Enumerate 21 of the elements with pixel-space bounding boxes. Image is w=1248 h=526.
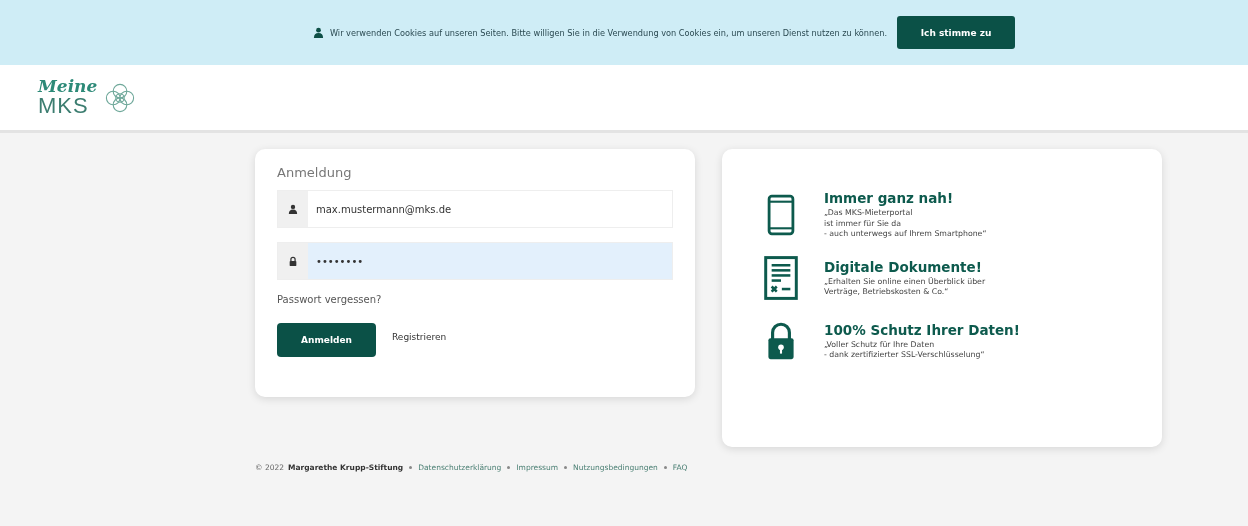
feature-title: Digitale Dokumente! <box>824 258 983 275</box>
feature-title: 100% Schutz Ihrer Daten! <box>824 321 1020 338</box>
input-field[interactable]: •••••••• <box>277 242 673 280</box>
separator-dot <box>409 466 413 469</box>
register-link[interactable]: Registrieren <box>392 332 447 342</box>
cookie-notice-text: Wir verwenden Cookies auf unseren Seiten. Bitte willigen Sie in die Verwendung von Cookies ein, um unseren Dienst nutzen zu können. <box>329 27 888 38</box>
user-icon <box>312 27 324 38</box>
agree-button[interactable]: Ich stimme zu <box>897 16 1016 49</box>
logo-script-text: Meine <box>38 78 98 95</box>
separator-dot <box>663 466 667 469</box>
separator-dot <box>507 466 511 469</box>
login-button[interactable]: Anmelden <box>277 323 376 357</box>
login-title: Anmeldung <box>277 165 353 180</box>
logo-text: MKS <box>38 95 90 117</box>
user-icon <box>288 204 298 214</box>
forgot-password-link[interactable]: Passwort vergessen? <box>277 294 382 305</box>
input-field[interactable]: max.mustermann@mks.de <box>277 190 673 228</box>
lock-icon <box>288 256 298 266</box>
feature-title: Immer ganz nah! <box>824 190 955 207</box>
document-icon <box>764 253 798 303</box>
separator-dot <box>564 466 568 469</box>
